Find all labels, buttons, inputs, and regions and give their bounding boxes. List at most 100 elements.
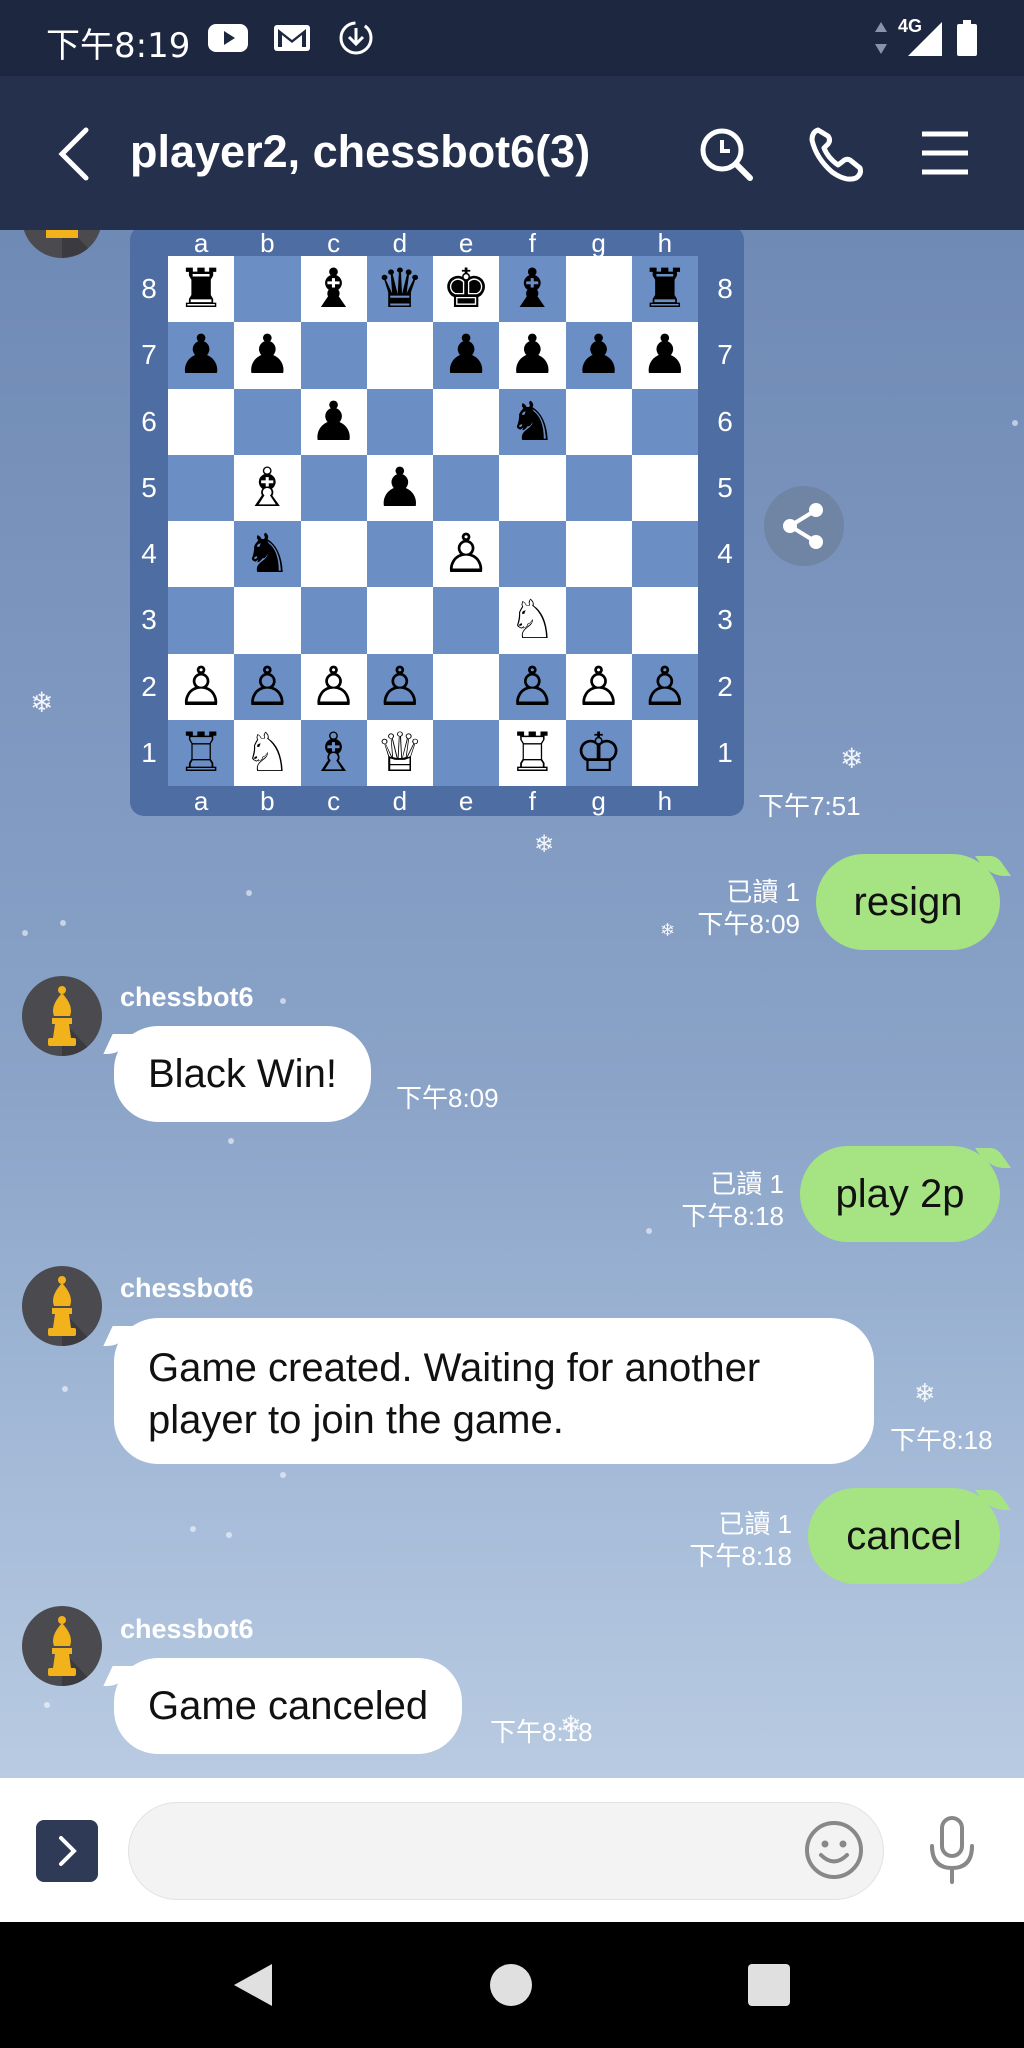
chess-square-g2: ♙ xyxy=(565,653,632,720)
chess-square-e5 xyxy=(433,454,500,521)
chess-square-h7: ♟ xyxy=(631,322,698,389)
snowflake-icon: ❄ xyxy=(534,831,555,858)
chess-square-h3 xyxy=(631,587,698,654)
status-bar: 下午8:19 4G xyxy=(0,0,1024,76)
chess-square-g6 xyxy=(565,388,632,455)
snowflake-icon: ❄ xyxy=(914,1378,936,1408)
message-text: Game created. Waiting for another player… xyxy=(148,1346,761,1442)
chess-square-h5 xyxy=(631,454,698,521)
chess-square-f6: ♞ xyxy=(499,388,566,455)
back-nav-icon[interactable] xyxy=(228,1960,278,2010)
outgoing-message[interactable]: play 2p xyxy=(800,1146,1000,1242)
incoming-message[interactable]: Game created. Waiting for another player… xyxy=(114,1318,874,1464)
chess-grid: ♜ ♝ ♛ ♚ ♝ ♜ ♟ ♟ ♟ ♟ ♟ ♟ ♟ ♞ ♗ ♟ ♞ ♙ ♘ ♙ ♙ ♙ ♙ ♙ ♙ ♙ ♖ ♘ ♗ ♕ ♖ ♔ xyxy=(168,256,698,786)
chess-square-h2: ♙ xyxy=(631,653,698,720)
sender-name: chessbot6 xyxy=(120,1273,254,1303)
status-time: 下午8:19 xyxy=(46,26,191,66)
outgoing-message[interactable]: resign xyxy=(816,854,1000,950)
incoming-message[interactable]: Game canceled xyxy=(114,1658,463,1754)
read-receipt: 已讀 1 下午8:09 xyxy=(697,877,800,939)
avatar[interactable] xyxy=(22,230,102,258)
snowflake-icon: ❄ xyxy=(660,920,676,940)
message-time: 下午8:18 xyxy=(490,1717,593,1747)
chevron-left-icon[interactable] xyxy=(50,124,100,184)
chess-square-e1 xyxy=(433,719,500,786)
message-time: 下午7:51 xyxy=(758,791,861,821)
chess-square-d4 xyxy=(366,521,433,588)
chat-title: player2, chessbot6(3) xyxy=(130,126,591,177)
share-icon[interactable] xyxy=(764,486,844,566)
chess-square-b4: ♞ xyxy=(234,521,301,588)
sender-name: chessbot6 xyxy=(120,1614,254,1644)
avatar[interactable] xyxy=(22,976,102,1056)
bishop-avatar-icon xyxy=(48,986,94,1056)
rank-labels-left: 87654321 xyxy=(141,273,157,768)
chess-square-c8: ♝ xyxy=(300,256,367,323)
chess-square-e8: ♚ xyxy=(433,256,500,323)
chess-square-f2: ♙ xyxy=(499,653,566,720)
chevron-right-icon xyxy=(59,1836,77,1866)
chess-square-a4 xyxy=(168,521,235,588)
chess-square-g1: ♔ xyxy=(565,719,632,786)
message-time: 下午8:09 xyxy=(396,1083,499,1113)
emoji-icon[interactable] xyxy=(802,1818,866,1882)
recents-nav-icon[interactable] xyxy=(744,1960,794,2010)
chat-header: player2, chessbot6(3) xyxy=(0,76,1024,230)
chess-square-f3: ♘ xyxy=(499,587,566,654)
chess-square-a1: ♖ xyxy=(168,719,235,786)
outgoing-message[interactable]: cancel xyxy=(808,1488,1000,1584)
message-text: Game canceled xyxy=(148,1684,429,1728)
chess-square-d8: ♛ xyxy=(366,256,433,323)
download-icon xyxy=(339,21,373,55)
system-nav-bar xyxy=(0,1922,1024,2048)
chess-square-g5 xyxy=(565,454,632,521)
chess-square-h8: ♜ xyxy=(631,256,698,323)
file-labels-bottom: abcdefgh xyxy=(193,786,673,816)
search-icon[interactable] xyxy=(694,118,760,188)
chess-square-b2: ♙ xyxy=(234,653,301,720)
chess-square-a2: ♙ xyxy=(168,653,235,720)
read-receipt: 已讀 1 下午8:18 xyxy=(681,1169,784,1231)
message-input[interactable] xyxy=(128,1802,884,1900)
chess-square-f5 xyxy=(499,454,566,521)
chess-square-b8 xyxy=(234,256,301,323)
chat-area[interactable]: ❄ ❄ ❄ ❄ ❄ ❄ abcdefgh abcdefgh 87654321 8… xyxy=(0,230,1024,1778)
chess-square-e6 xyxy=(433,388,500,455)
chess-square-e4: ♙ xyxy=(433,521,500,588)
chess-square-g7: ♟ xyxy=(565,322,632,389)
microphone-icon[interactable] xyxy=(920,1814,984,1886)
chess-square-f1: ♖ xyxy=(499,719,566,786)
chess-square-h4 xyxy=(631,521,698,588)
chess-square-d5: ♟ xyxy=(366,454,433,521)
chess-square-c5 xyxy=(300,454,367,521)
chess-square-c6: ♟ xyxy=(300,388,367,455)
menu-icon[interactable] xyxy=(912,118,978,188)
snowflake-icon: ❄ xyxy=(30,687,54,718)
incoming-message[interactable]: Black Win! xyxy=(114,1026,371,1122)
chess-square-b7: ♟ xyxy=(234,322,301,389)
rank-labels-right: 87654321 xyxy=(717,273,733,768)
read-receipt: 已讀 1 下午8:18 xyxy=(689,1509,792,1571)
avatar[interactable] xyxy=(22,1606,102,1686)
chess-square-e2 xyxy=(433,653,500,720)
battery-icon xyxy=(957,20,977,56)
chess-square-c3 xyxy=(300,587,367,654)
message-text: Black Win! xyxy=(148,1052,337,1096)
avatar[interactable] xyxy=(22,1266,102,1346)
sender-name: chessbot6 xyxy=(120,982,254,1012)
chess-square-a8: ♜ xyxy=(168,256,235,323)
phone-icon[interactable] xyxy=(804,118,870,188)
chess-square-f7: ♟ xyxy=(499,322,566,389)
chess-square-h1 xyxy=(631,719,698,786)
chess-square-h6 xyxy=(631,388,698,455)
expand-button[interactable] xyxy=(36,1820,98,1882)
message-time: 下午8:18 xyxy=(890,1425,993,1455)
chess-square-c2: ♙ xyxy=(300,653,367,720)
home-nav-icon[interactable] xyxy=(486,1960,536,2010)
chess-board-image[interactable]: abcdefgh abcdefgh 87654321 87654321 ♜ ♝ ♛ ♚… xyxy=(130,230,744,816)
bishop-avatar-icon xyxy=(48,1276,94,1346)
signal-icon xyxy=(908,22,942,56)
chess-square-a6 xyxy=(168,388,235,455)
chess-square-b6 xyxy=(234,388,301,455)
chess-square-f4 xyxy=(499,521,566,588)
